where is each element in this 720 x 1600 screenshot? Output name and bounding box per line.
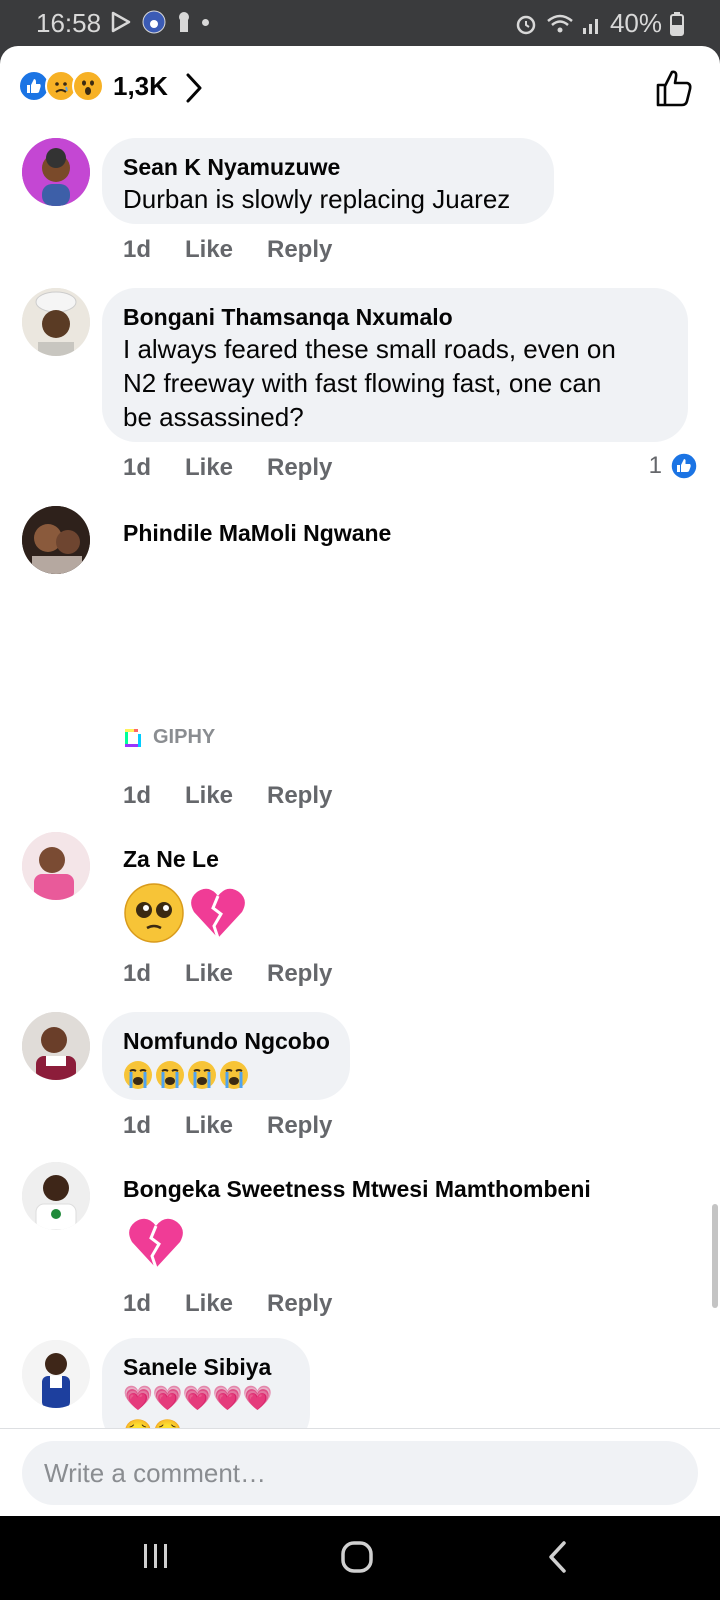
comment-author[interactable]: Sanele Sibiya <box>123 1352 288 1382</box>
comment-emoji <box>123 882 249 944</box>
like-link[interactable]: Like <box>185 1290 267 1318</box>
alarm-icon <box>516 15 536 34</box>
like-link[interactable]: Like <box>185 960 267 988</box>
battery-percent: 40% <box>609 8 662 38</box>
comment-composer <box>0 1428 720 1516</box>
comment-author[interactable]: Phindile MaMoli Ngwane <box>123 518 391 548</box>
more-notifications-dot <box>202 18 209 26</box>
comment-actions: 1d Like Reply <box>123 1112 332 1140</box>
status-notification-icons <box>110 10 209 34</box>
comment-bubble: Sean K Nyamuzuwe Durban is slowly replac… <box>102 138 554 224</box>
crying-faces-emoji <box>123 1060 328 1090</box>
comment-item: Nomfundo Ngcobo 1d Like Reply <box>0 1012 720 1152</box>
reply-link[interactable]: Reply <box>267 960 332 988</box>
reply-link[interactable]: Reply <box>267 236 332 264</box>
comment-emoji-text: 💗💗💗💗💗🥺🥺 <box>123 1385 273 1428</box>
chevron-right-icon[interactable] <box>184 72 204 104</box>
like-count-number: 1 <box>648 452 662 479</box>
comment-actions: 1d Like Reply <box>123 1290 332 1318</box>
comment-author[interactable]: Bongeka Sweetness Mtwesi Mamthombeni <box>123 1174 591 1204</box>
comment-actions: 1d Like Reply <box>123 236 332 264</box>
avatar[interactable] <box>22 288 90 356</box>
comment-time[interactable]: 1d <box>123 1112 185 1140</box>
giphy-logo-icon <box>125 728 141 747</box>
broken-heart-emoji <box>191 888 245 939</box>
comment-author[interactable]: Nomfundo Ngcobo <box>123 1026 330 1056</box>
status-time: 16:58 <box>36 8 102 38</box>
like-link[interactable]: Like <box>185 236 267 264</box>
reply-link[interactable]: Reply <box>267 1112 332 1140</box>
status-bar: 16:58 40% <box>0 0 720 46</box>
comment-input[interactable] <box>22 1441 698 1505</box>
comment-time[interactable]: 1d <box>123 1290 185 1318</box>
comment-bubble: Bongani Thamsanqa Nxumalo I always feare… <box>102 288 688 442</box>
back-icon[interactable] <box>546 1540 570 1574</box>
comment-item: Phindile MaMoli Ngwane GIPHY 1d Like Rep… <box>0 506 720 826</box>
comment-bubble: Sanele Sibiya 💗💗💗💗💗🥺🥺 <box>102 1338 310 1428</box>
comment-text-line: I always feared these small roads, even … <box>123 334 616 364</box>
giphy-label: GIPHY <box>153 726 216 748</box>
broken-heart-emoji <box>129 1218 183 1269</box>
avatar[interactable] <box>22 1340 90 1408</box>
avatar[interactable] <box>22 138 90 206</box>
comment-item: Za Ne Le 1d Like Reply <box>0 832 720 1002</box>
like-link[interactable]: Like <box>185 1112 267 1140</box>
giphy-attribution[interactable]: GIPHY <box>123 726 215 749</box>
comment-actions: 1d Like Reply <box>123 454 332 482</box>
like-link[interactable]: Like <box>185 454 267 482</box>
reply-link[interactable]: Reply <box>267 1290 332 1318</box>
wifi-icon <box>547 14 573 32</box>
thumbs-up-icon[interactable] <box>654 68 694 108</box>
comment-text-line: N2 freeway with fast flowing fast, one c… <box>123 368 602 398</box>
comment-actions: 1d Like Reply <box>123 782 332 810</box>
battery-icon <box>670 11 684 36</box>
comment-time[interactable]: 1d <box>123 960 185 988</box>
comment-item: Sean K Nyamuzuwe Durban is slowly replac… <box>0 138 720 278</box>
keyhole-icon <box>179 12 189 32</box>
reaction-count: 1,3K <box>113 70 168 101</box>
recent-apps-icon[interactable] <box>140 1540 172 1572</box>
system-nav-bar <box>0 1516 720 1600</box>
comment-time[interactable]: 1d <box>123 782 185 810</box>
comment-item: Sanele Sibiya 💗💗💗💗💗🥺🥺 <box>0 1336 720 1428</box>
reactions-summary[interactable]: 1,3K <box>18 70 168 102</box>
scrollbar[interactable] <box>712 1204 718 1308</box>
avatar[interactable] <box>22 1012 90 1080</box>
avatar[interactable] <box>22 832 90 900</box>
wow-reaction-icon <box>72 70 104 102</box>
avatar[interactable] <box>22 506 90 574</box>
comment-bubble: Nomfundo Ngcobo <box>102 1012 350 1100</box>
comment-time[interactable]: 1d <box>123 236 185 264</box>
app-badge-icon <box>142 10 166 34</box>
like-link[interactable]: Like <box>185 782 267 810</box>
comments-sheet: 1,3K Sean K Nyamuzuwe Durban is slowly r… <box>0 46 720 1516</box>
avatar[interactable] <box>22 1162 90 1230</box>
reactions-header: 1,3K <box>0 46 720 126</box>
reply-link[interactable]: Reply <box>267 782 332 810</box>
comment-text-line: be assassined? <box>123 402 304 432</box>
play-store-icon <box>111 11 131 33</box>
like-badge-icon <box>670 452 698 480</box>
comment-author[interactable]: Za Ne Le <box>123 844 219 874</box>
comment-item: Bongeka Sweetness Mtwesi Mamthombeni 1d … <box>0 1162 720 1332</box>
pleading-face-emoji <box>124 883 184 943</box>
signal-icon <box>582 18 598 34</box>
reply-link[interactable]: Reply <box>267 454 332 482</box>
comment-author[interactable]: Bongani Thamsanqa Nxumalo <box>123 302 666 332</box>
status-right: 40% <box>514 8 684 39</box>
comment-text: Durban is slowly replacing Juarez <box>123 184 511 214</box>
comment-item: Bongani Thamsanqa Nxumalo I always feare… <box>0 288 720 488</box>
comment-like-count[interactable]: 1 <box>649 452 698 480</box>
comment-author[interactable]: Sean K Nyamuzuwe <box>123 152 532 182</box>
comment-emoji <box>123 1212 189 1279</box>
comment-time[interactable]: 1d <box>123 454 185 482</box>
home-icon[interactable] <box>340 1540 374 1574</box>
comment-actions: 1d Like Reply <box>123 960 332 988</box>
